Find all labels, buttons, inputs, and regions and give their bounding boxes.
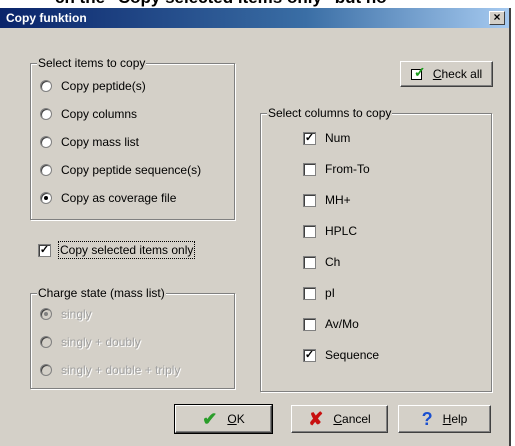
checkbox-box[interactable] [303,255,316,269]
column-sequence[interactable]: ✓ Sequence [303,348,379,362]
column-label: From-To [325,162,370,176]
green-check-icon: ✔ [202,408,218,429]
radio-button [40,364,52,376]
title-bar[interactable]: Copy funktion × [0,8,509,28]
checkbox-box[interactable] [303,162,316,176]
option-label: Copy columns [61,107,138,121]
option-singly: singly [40,307,92,321]
check-all-label: Check all [432,67,483,81]
radio-button[interactable] [40,108,52,120]
checkbox-box[interactable]: ✓ [38,243,51,257]
charge-state-group: Charge state (mass list) singly singly +… [30,286,235,389]
checkbox-box[interactable]: ✓ [303,348,316,362]
option-copy-columns[interactable]: Copy columns [40,107,137,121]
radio-button[interactable] [40,80,52,92]
ok-label: OK [227,412,245,426]
option-label: singly + doubly [61,335,141,349]
option-singly-doubly: singly + doubly [40,335,141,349]
close-button[interactable]: × [489,11,505,25]
ok-button[interactable]: ✔ OK [174,404,273,434]
select-columns-group: Select columns to copy ✓ Num From-To MH+… [260,106,492,392]
option-label: singly + double + triply [61,363,181,377]
option-copy-peptide-sequences[interactable]: Copy peptide sequence(s) [40,163,201,177]
window-title: Copy funktion [6,11,87,25]
checkbox-label: Copy selected items only [57,241,196,259]
checkbox-box[interactable] [303,286,316,300]
checkmark-icon: ✓ [410,64,427,81]
background-text: ch the "Copy selected items only" but no [55,0,387,8]
column-pi[interactable]: pI [303,286,335,300]
column-num[interactable]: ✓ Num [303,131,350,145]
option-label: Copy as coverage file [61,191,177,205]
checkbox-box[interactable]: ✓ [303,131,316,145]
column-label: HPLC [325,224,358,238]
column-hplc[interactable]: HPLC [303,224,357,238]
radio-button [40,336,52,348]
select-items-group: Select items to copy Copy peptide(s) Cop… [30,56,235,220]
option-label: Copy peptide(s) [61,79,146,93]
option-label: Copy peptide sequence(s) [61,163,202,177]
radio-button[interactable] [40,164,52,176]
option-copy-mass-list[interactable]: Copy mass list [40,135,139,149]
column-label: Av/Mo [325,317,359,331]
copy-selected-only-checkbox[interactable]: ✓ Copy selected items only [38,241,196,259]
column-label: Sequence [325,348,380,362]
checkbox-box[interactable] [303,193,316,207]
column-label: MH+ [325,193,351,207]
column-av-mo[interactable]: Av/Mo [303,317,359,331]
radio-button [40,308,52,320]
red-x-icon: ✘ [308,408,324,429]
option-label: singly [61,307,92,321]
column-label: Ch [325,255,341,269]
charge-state-legend: Charge state (mass list) [37,286,166,300]
cancel-label: Cancel [333,412,371,426]
cancel-button[interactable]: ✘ Cancel [291,405,388,433]
checkbox-box[interactable] [303,224,316,238]
column-label: Num [325,131,351,145]
option-copy-as-coverage-file[interactable]: Copy as coverage file [40,191,176,205]
option-singly-double-triply: singly + double + triply [40,363,180,377]
column-label: pI [325,286,336,300]
help-label: Help [442,412,468,426]
copy-dialog: Copy funktion × Select items to copy Cop… [0,8,511,446]
option-label: Copy mass list [61,135,140,149]
column-mh-plus[interactable]: MH+ [303,193,351,207]
help-button[interactable]: ? Help [398,405,491,433]
radio-button[interactable] [40,192,52,204]
column-from-to[interactable]: From-To [303,162,370,176]
radio-button[interactable] [40,136,52,148]
checkbox-box[interactable] [303,317,316,331]
option-copy-peptides[interactable]: Copy peptide(s) [40,79,146,93]
select-columns-legend: Select columns to copy [267,106,393,120]
help-question-icon: ? [421,408,433,429]
select-items-legend: Select items to copy [37,56,147,70]
check-all-button[interactable]: ✓ Check all [400,61,493,87]
column-ch[interactable]: Ch [303,255,340,269]
